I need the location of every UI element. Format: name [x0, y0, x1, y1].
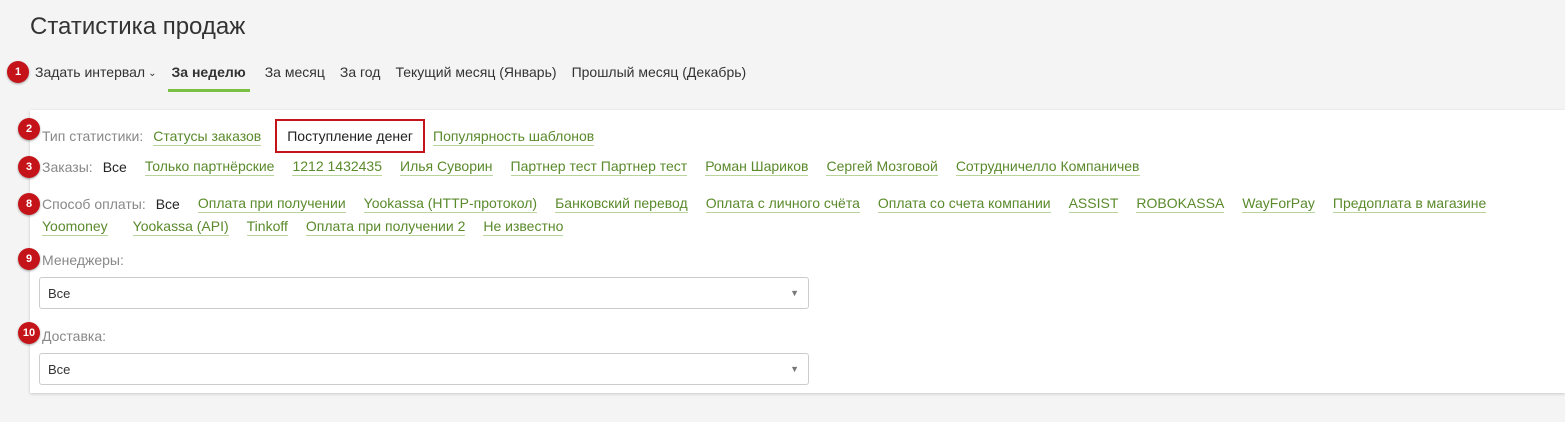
step-badge-10: 10 — [18, 322, 40, 344]
orders-option[interactable]: Илья Суворин — [400, 157, 493, 176]
tab-label: Задать интервал — [35, 64, 146, 80]
orders-option[interactable]: Партнер тест Партнер тест — [510, 157, 688, 176]
delivery-select-value: Все — [48, 361, 71, 377]
payment-option[interactable]: WayForPay — [1242, 194, 1315, 213]
caret-down-icon: ▼ — [790, 364, 799, 374]
page-title: Статистика продаж — [30, 13, 246, 40]
payment-option[interactable]: Не известно — [483, 217, 564, 236]
tab-year[interactable]: За год — [340, 60, 381, 84]
step-badge-9: 9 — [18, 248, 40, 270]
tab-previous-month[interactable]: Прошлый месяц (Декабрь) — [572, 60, 747, 84]
chevron-down-icon: ⌄ — [148, 68, 157, 79]
orders-label: Заказы: — [42, 158, 93, 175]
stat-type-template-popularity[interactable]: Популярность шаблонов — [433, 127, 595, 146]
orders-option[interactable]: Только партнёрские — [144, 157, 275, 176]
stat-type-row: Тип статистики: Статусы заказов Поступле… — [42, 119, 612, 153]
tab-custom-interval[interactable]: Задать интервал ⌄ — [35, 60, 157, 87]
filters-panel: Тип статистики: Статусы заказов Поступле… — [30, 110, 1565, 393]
orders-option[interactable]: Сотрудничелло Компаничев — [955, 157, 1140, 176]
managers-label: Менеджеры: — [42, 252, 124, 268]
delivery-select[interactable]: Все ▼ — [39, 353, 809, 385]
payment-option[interactable]: Все — [156, 195, 180, 213]
step-badge-8: 8 — [18, 193, 40, 215]
managers-select-value: Все — [48, 285, 71, 301]
stat-type-money-income[interactable]: Поступление денег — [275, 119, 425, 153]
tab-week[interactable]: За неделю — [167, 60, 250, 92]
orders-option[interactable]: Роман Шариков — [705, 157, 809, 176]
payment-option[interactable]: ROBOKASSA — [1136, 194, 1225, 213]
orders-option[interactable]: Сергей Мозговой — [826, 157, 938, 176]
step-badge-2: 2 — [18, 118, 40, 140]
orders-row: Заказы: Все Только партнёрские 1212 1432… — [42, 157, 1158, 176]
payment-option[interactable]: Предоплата в магазине — [1332, 194, 1487, 213]
step-badge-3: 3 — [18, 156, 40, 178]
payment-option[interactable]: Yoomoney — [42, 217, 108, 236]
managers-select[interactable]: Все ▼ — [39, 277, 809, 309]
payment-option[interactable]: Yookassa (API) — [132, 217, 229, 236]
payment-option[interactable]: Оплата с личного счёта — [705, 194, 860, 213]
tab-current-month[interactable]: Текущий месяц (Январь) — [395, 60, 556, 84]
payment-option[interactable]: Оплата при получении — [197, 194, 346, 213]
step-badge-1: 1 — [7, 61, 29, 83]
tab-month[interactable]: За месяц — [265, 60, 325, 84]
caret-down-icon: ▼ — [790, 288, 799, 298]
orders-option[interactable]: 1212 1432435 — [292, 157, 383, 176]
payment-row: Способ оплаты: Все Оплата при получении … — [42, 194, 1552, 236]
payment-option[interactable]: Банковский перевод — [555, 194, 688, 213]
payment-option[interactable]: ASSIST — [1068, 194, 1119, 213]
payment-option[interactable]: Оплата при получении 2 — [305, 217, 466, 236]
payment-option[interactable]: Tinkoff — [246, 217, 288, 236]
period-tabs: Задать интервал ⌄ За неделю За месяц За г… — [35, 60, 761, 92]
stat-type-label: Тип статистики: — [42, 128, 144, 144]
payment-option[interactable]: Оплата со счета компании — [877, 194, 1051, 213]
payment-label: Способ оплаты: — [42, 195, 146, 212]
payment-option[interactable]: Yookassa (HTTP-протокол) — [363, 194, 538, 213]
stat-type-order-statuses[interactable]: Статусы заказов — [153, 127, 262, 146]
delivery-label: Доставка: — [42, 328, 107, 344]
orders-option[interactable]: Все — [103, 158, 127, 176]
